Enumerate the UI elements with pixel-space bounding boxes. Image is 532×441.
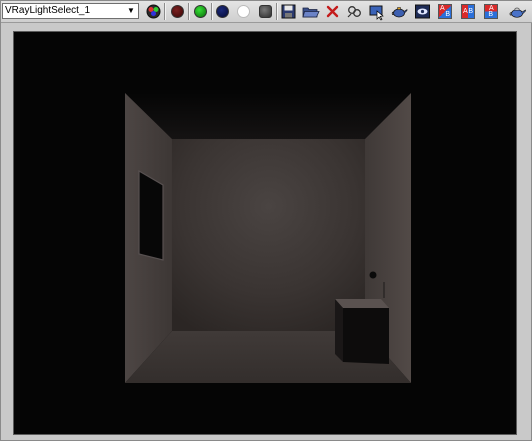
vfb-toolbar: VRayLightSelect_1 ▼ A B A B A B bbox=[1, 1, 532, 23]
history-a-button[interactable]: AB bbox=[435, 2, 454, 21]
region-render-icon bbox=[367, 5, 386, 25]
white-mono-icon bbox=[237, 5, 250, 18]
region-render-button[interactable] bbox=[367, 2, 386, 21]
color-channels-button[interactable] bbox=[144, 2, 163, 21]
color-channels-icon bbox=[144, 4, 163, 25]
blue-channel-button[interactable] bbox=[213, 2, 232, 21]
red-channel-button[interactable] bbox=[168, 2, 187, 21]
open-image-button[interactable] bbox=[301, 2, 320, 21]
toolbar-separator bbox=[164, 3, 166, 20]
save-image-button[interactable] bbox=[279, 2, 298, 21]
scene-ceiling bbox=[125, 93, 411, 139]
scene-window-opening bbox=[138, 169, 164, 261]
teapot-render-icon bbox=[508, 7, 527, 25]
render-element-dropdown-value: VRayLightSelect_1 bbox=[5, 5, 91, 16]
clear-image-icon bbox=[323, 5, 342, 25]
rendered-scene-image bbox=[125, 93, 411, 383]
link-to-vfb-button[interactable] bbox=[345, 2, 364, 21]
open-image-icon bbox=[301, 7, 320, 25]
history-ab-icon: AB bbox=[461, 4, 475, 19]
render-viewport[interactable] bbox=[13, 31, 517, 435]
green-channel-button[interactable] bbox=[191, 2, 210, 21]
track-mouse-icon bbox=[413, 4, 432, 25]
render-last-button[interactable] bbox=[390, 2, 409, 21]
save-image-icon bbox=[279, 4, 298, 25]
history-b-button[interactable]: AB bbox=[481, 2, 500, 21]
history-ab-button[interactable]: AB bbox=[458, 2, 477, 21]
toolbar-separator bbox=[188, 3, 190, 20]
render-element-dropdown[interactable]: VRayLightSelect_1 ▼ bbox=[2, 3, 139, 19]
alpha-channel-icon bbox=[259, 5, 272, 18]
red-channel-icon bbox=[171, 5, 184, 18]
scene-box-top bbox=[335, 299, 389, 308]
alpha-channel-button[interactable] bbox=[256, 2, 275, 21]
chevron-down-icon[interactable]: ▼ bbox=[125, 5, 137, 17]
render-last-icon bbox=[390, 7, 409, 25]
green-channel-icon bbox=[194, 5, 207, 18]
toolbar-separator bbox=[276, 3, 278, 20]
teapot-render-button[interactable] bbox=[508, 2, 527, 21]
track-mouse-button[interactable] bbox=[413, 2, 432, 21]
blue-channel-icon bbox=[216, 5, 229, 18]
scene-box-left bbox=[335, 299, 343, 362]
history-b-icon: AB bbox=[484, 4, 498, 19]
vray-frame-buffer-window: VRayLightSelect_1 ▼ A B A B A B bbox=[0, 0, 532, 441]
clear-image-button[interactable] bbox=[323, 2, 342, 21]
link-to-vfb-icon bbox=[345, 6, 364, 25]
scene-sphere bbox=[369, 271, 377, 279]
scene-box-front bbox=[343, 308, 389, 364]
white-mono-button[interactable] bbox=[234, 2, 253, 21]
history-a-icon: AB bbox=[438, 4, 452, 19]
